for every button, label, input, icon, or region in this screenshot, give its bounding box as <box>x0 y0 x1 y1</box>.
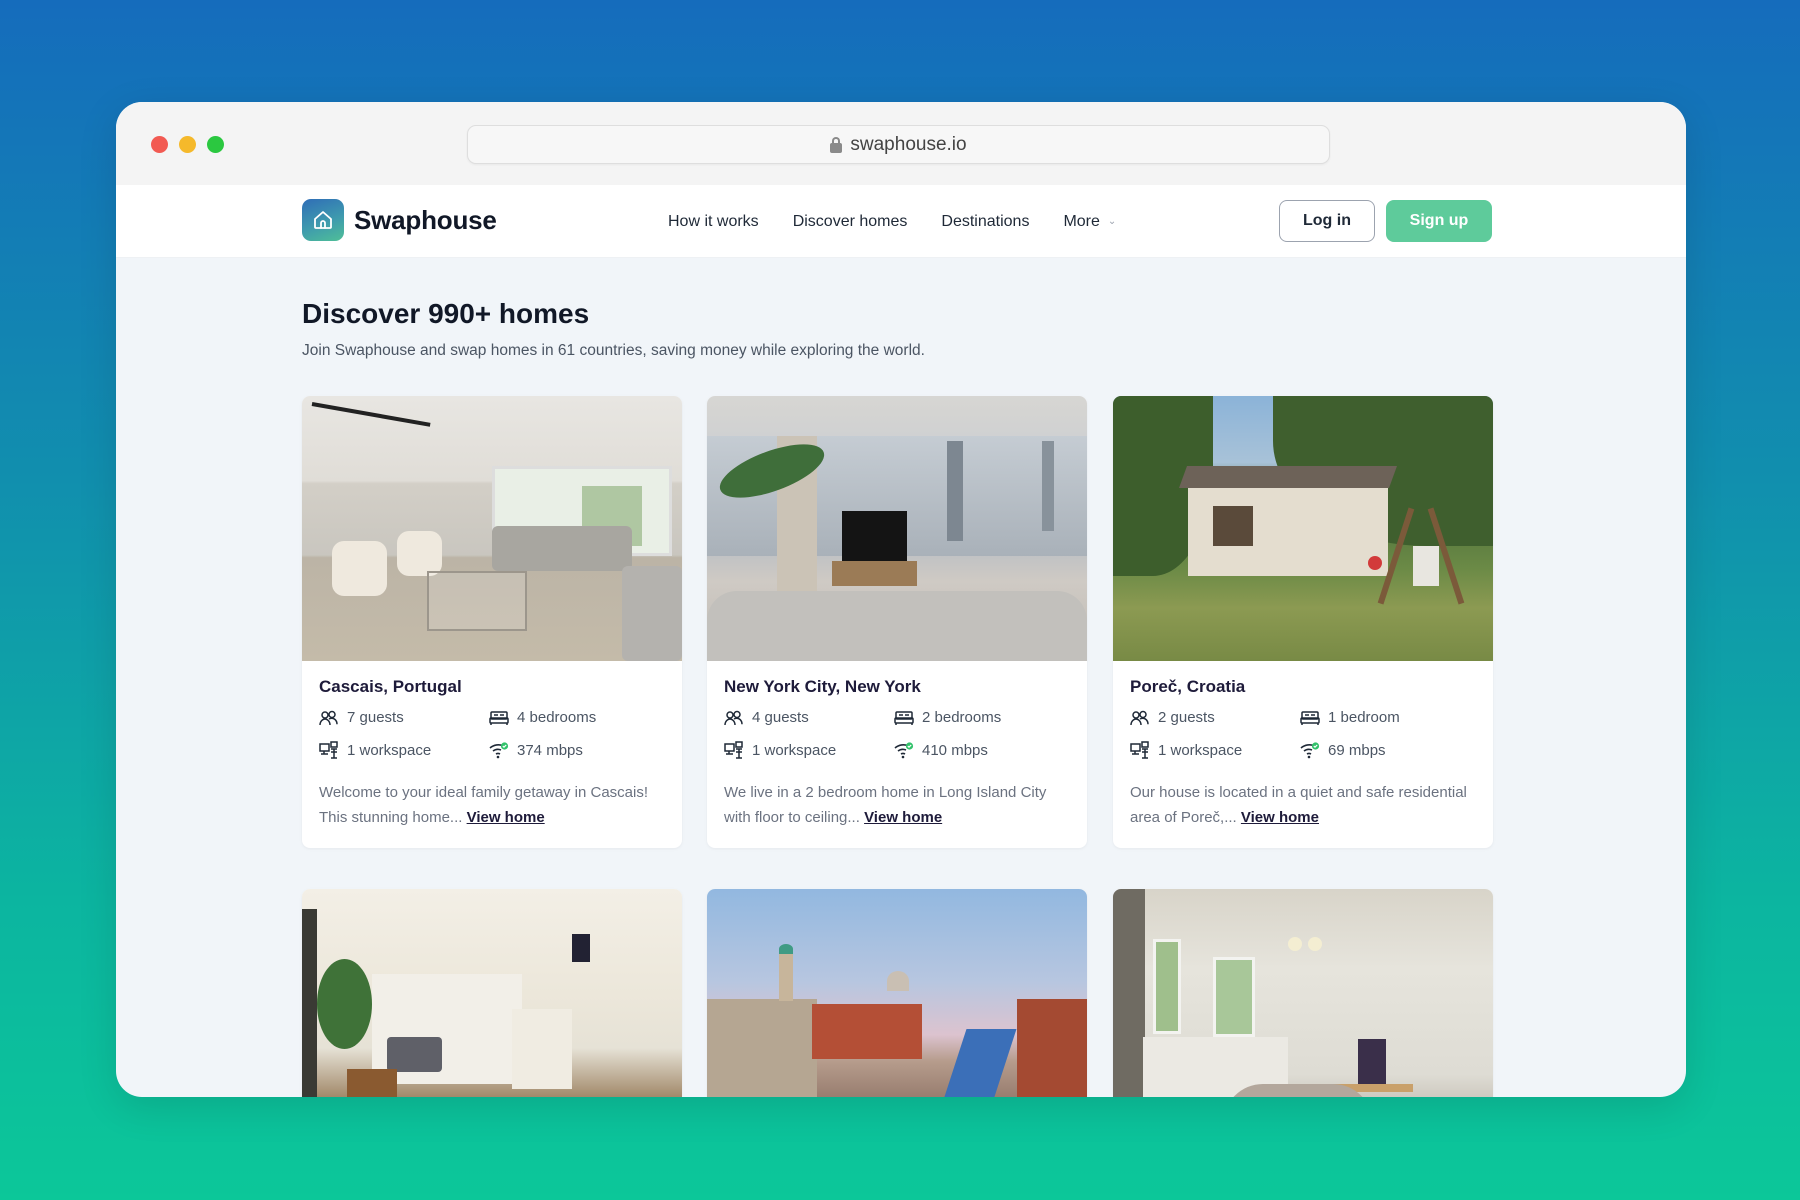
listing-photo[interactable] <box>302 889 682 1097</box>
wifi-speed: 410 mbps <box>922 741 988 759</box>
main-nav: How it works Discover homes Destinations… <box>668 185 1116 258</box>
listing-card[interactable] <box>707 889 1087 1097</box>
nav-destinations[interactable]: Destinations <box>941 213 1029 231</box>
listing-photo[interactable] <box>1113 889 1493 1097</box>
wifi-check-icon <box>1300 742 1320 759</box>
listing-photo[interactable] <box>302 396 682 661</box>
listing-info: Cascais, Portugal 7 guests 4 bedrooms 1 … <box>302 661 682 848</box>
wifi-check-icon <box>894 742 914 759</box>
bedrooms-count: 2 bedrooms <box>922 709 1002 726</box>
listing-description: Our house is located in a quiet and safe… <box>1130 780 1476 830</box>
workspace-count: 1 workspace <box>347 741 432 759</box>
listing-card[interactable]: Poreč, Croatia 2 guests 1 bedroom 1 work… <box>1113 396 1493 848</box>
listing-info: Poreč, Croatia 2 guests 1 bedroom 1 work… <box>1113 661 1493 848</box>
bedrooms-count: 1 bedroom <box>1328 709 1400 726</box>
workspace-count: 1 workspace <box>1158 741 1243 759</box>
guests-count: 4 guests <box>752 709 809 726</box>
url-text: swaphouse.io <box>850 133 967 155</box>
zoom-window-button[interactable] <box>207 136 224 153</box>
wifi-stat: 410 mbps <box>894 740 1064 760</box>
lock-icon <box>830 136 843 153</box>
page-subtitle: Join Swaphouse and swap homes in 61 coun… <box>302 342 925 359</box>
nav-more-dropdown[interactable]: More ⌄ <box>1063 213 1116 231</box>
site-header: Swaphouse How it works Discover homes De… <box>116 185 1686 258</box>
close-window-button[interactable] <box>151 136 168 153</box>
brand-logo-link[interactable]: Swaphouse <box>302 199 497 241</box>
bedrooms-stat: 1 bedroom <box>1300 709 1470 726</box>
listing-description: Welcome to your ideal family getaway in … <box>319 780 665 830</box>
guests-count: 7 guests <box>347 709 404 726</box>
bed-icon <box>1300 710 1320 725</box>
nav-how-it-works[interactable]: How it works <box>668 213 759 231</box>
wifi-speed: 374 mbps <box>517 741 583 759</box>
guests-stat: 4 guests <box>724 709 894 726</box>
users-icon <box>319 710 338 725</box>
listing-card[interactable]: New York City, New York 4 guests 2 bedro… <box>707 396 1087 848</box>
guests-count: 2 guests <box>1158 709 1215 726</box>
signup-button[interactable]: Sign up <box>1386 200 1492 242</box>
listing-stats: 2 guests 1 bedroom 1 workspace 69 mbps <box>1130 709 1476 760</box>
wifi-speed: 69 mbps <box>1328 741 1386 759</box>
listing-card[interactable] <box>302 889 682 1097</box>
wifi-check-icon <box>489 742 509 759</box>
address-bar[interactable]: swaphouse.io <box>467 125 1330 164</box>
workspace-stat: 1 workspace <box>319 740 489 760</box>
listing-title[interactable]: Cascais, Portugal <box>319 677 665 697</box>
house-logo-icon <box>302 199 344 241</box>
nav-discover-homes[interactable]: Discover homes <box>793 213 908 231</box>
workspace-stat: 1 workspace <box>724 740 894 760</box>
brand-name: Swaphouse <box>354 204 497 235</box>
chevron-down-icon: ⌄ <box>1107 216 1117 227</box>
guests-stat: 7 guests <box>319 709 489 726</box>
nav-more-label: More <box>1063 212 1100 230</box>
bedrooms-stat: 2 bedrooms <box>894 709 1064 726</box>
browser-toolbar: swaphouse.io <box>116 102 1686 185</box>
minimize-window-button[interactable] <box>179 136 196 153</box>
browser-window: swaphouse.io Swaphouse How it works Disc… <box>116 102 1686 1097</box>
listing-info: New York City, New York 4 guests 2 bedro… <box>707 661 1087 848</box>
wifi-stat: 69 mbps <box>1300 740 1470 760</box>
listing-photo[interactable] <box>1113 396 1493 661</box>
bedrooms-count: 4 bedrooms <box>517 709 597 726</box>
view-home-link[interactable]: View home <box>1241 809 1319 826</box>
listing-stats: 4 guests 2 bedrooms 1 workspace 410 mbps <box>724 709 1070 760</box>
users-icon <box>1130 710 1149 725</box>
bed-icon <box>894 710 914 725</box>
guests-stat: 2 guests <box>1130 709 1300 726</box>
workspace-count: 1 workspace <box>752 741 837 759</box>
listing-stats: 7 guests 4 bedrooms 1 workspace 374 mbps <box>319 709 665 760</box>
desk-icon <box>1130 741 1149 759</box>
wifi-stat: 374 mbps <box>489 740 659 760</box>
main-content: Discover 990+ homes Join Swaphouse and s… <box>116 258 1686 1097</box>
bedrooms-stat: 4 bedrooms <box>489 709 659 726</box>
desk-icon <box>724 741 743 759</box>
bed-icon <box>489 710 509 725</box>
view-home-link[interactable]: View home <box>864 809 942 826</box>
listing-title[interactable]: Poreč, Croatia <box>1130 677 1476 697</box>
listing-photo[interactable] <box>707 396 1087 661</box>
view-home-link[interactable]: View home <box>467 809 545 826</box>
listing-title[interactable]: New York City, New York <box>724 677 1070 697</box>
listing-card[interactable]: Cascais, Portugal 7 guests 4 bedrooms 1 … <box>302 396 682 848</box>
users-icon <box>724 710 743 725</box>
desk-icon <box>319 741 338 759</box>
page-title: Discover 990+ homes <box>302 298 590 329</box>
listing-photo[interactable] <box>707 889 1087 1097</box>
workspace-stat: 1 workspace <box>1130 740 1300 760</box>
listing-card[interactable] <box>1113 889 1493 1097</box>
listing-description: We live in a 2 bedroom home in Long Isla… <box>724 780 1070 830</box>
login-button[interactable]: Log in <box>1279 200 1375 242</box>
